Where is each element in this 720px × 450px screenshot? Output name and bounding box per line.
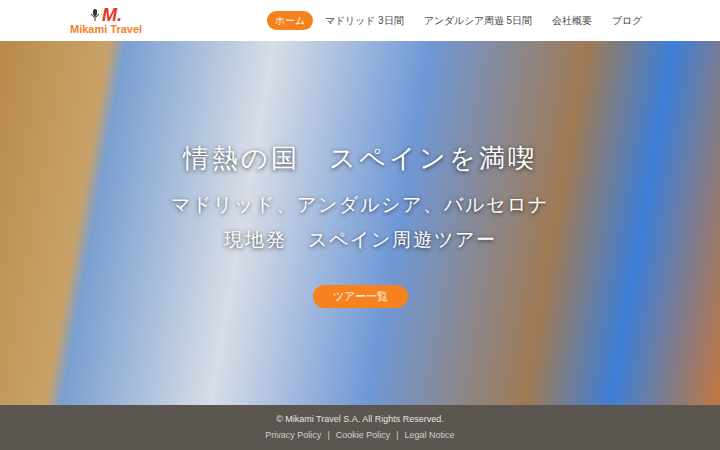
nav-item[interactable]: マドリッド 3日間 [317, 11, 411, 30]
hero-subtitle: マドリッド、アンダルシア、バルセロナ [171, 190, 549, 219]
hero-title: 情熱の国 スペインを満喫 [183, 139, 537, 178]
nav-item[interactable]: 会社概要 [544, 11, 600, 30]
header: M.Mikami Travel ホームマドリッド 3日間アンダルシア周遊 5日間会… [0, 0, 720, 41]
footer-link[interactable]: Legal Notice [405, 429, 455, 443]
hero-button[interactable]: ツアー一覧 [313, 285, 408, 308]
logo-mark: M. [102, 6, 122, 24]
microphone-icon [90, 9, 100, 21]
footer: © Mikami Travel S.A. All Rights Reserved… [0, 405, 720, 450]
logo-name: Mikami Travel [70, 24, 142, 35]
nav: ホームマドリッド 3日間アンダルシア周遊 5日間会社概要ブログ [267, 11, 650, 30]
footer-link[interactable]: Privacy Policy [265, 429, 321, 443]
nav-item[interactable]: ブログ [604, 11, 650, 30]
hero: 情熱の国 スペインを満喫マドリッド、アンダルシア、バルセロナ現地発 スペイン周遊… [0, 41, 720, 405]
nav-item[interactable]: ホーム [267, 11, 313, 30]
hero-subtitle: 現地発 スペイン周遊ツアー [224, 225, 497, 254]
page: M.Mikami Travel ホームマドリッド 3日間アンダルシア周遊 5日間会… [0, 0, 720, 450]
nav-item[interactable]: アンダルシア周遊 5日間 [416, 11, 540, 30]
logo[interactable]: M.Mikami Travel [70, 6, 142, 35]
copyright: © Mikami Travel S.A. All Rights Reserved… [276, 413, 444, 427]
separator: | [396, 429, 398, 443]
separator: | [327, 429, 329, 443]
footer-link[interactable]: Cookie Policy [336, 429, 391, 443]
